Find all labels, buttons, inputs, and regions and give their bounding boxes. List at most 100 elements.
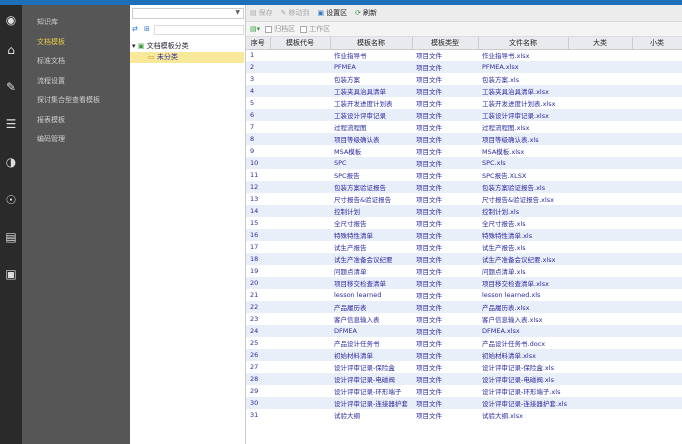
sidebar-item[interactable]: 流程设置 xyxy=(37,76,65,86)
table-row[interactable]: 31 试验大纲 项目文件 试验大纲.xlsx xyxy=(246,409,682,421)
table-cell: 24 xyxy=(246,325,270,337)
column-header[interactable]: 模板代号 xyxy=(270,37,331,50)
column-header[interactable]: 序号 xyxy=(246,37,271,50)
table-row[interactable]: 22 产品履历表 项目文件 产品履历表.xlsx xyxy=(246,301,682,313)
table-cell xyxy=(632,61,682,73)
sidebar-item[interactable]: 标准文档 xyxy=(37,56,65,66)
table-cell: 13 xyxy=(250,195,259,203)
table-row[interactable]: 1 作业指导书 项目文件 作业指导书.xlsx xyxy=(246,49,682,61)
save-button[interactable]: ▤ 保存 xyxy=(250,8,273,18)
table-row[interactable]: 6 工装设计评审记录 项目文件 工装设计评审记录.xlsx xyxy=(246,109,682,121)
table-cell xyxy=(270,385,330,397)
table-row[interactable]: 2 PFMEA 项目文件 PFMEA.xlsx xyxy=(246,61,682,73)
table-row[interactable]: 5 工装开发进度计划表 项目文件 工装开发进度计划表.xlsx xyxy=(246,97,682,109)
archive-checkbox[interactable]: 归档区 xyxy=(265,24,295,34)
column-header[interactable]: 模板类型 xyxy=(412,37,479,50)
table-row[interactable]: 16 特殊特性清单 项目文件 特殊特性清单.xls xyxy=(246,229,682,241)
table-cell: 试生产报告.xls xyxy=(482,244,526,252)
table-cell xyxy=(270,49,330,61)
column-header[interactable]: 大类 xyxy=(568,37,633,50)
table-cell: 项目文件 xyxy=(416,268,442,276)
table-row[interactable]: 27 设计评审记录-保险盒 项目文件 设计评审记录-保险盒.xls xyxy=(246,361,682,373)
table-cell xyxy=(270,121,330,133)
table-cell: 项目文件 xyxy=(412,253,478,265)
sidebar-item[interactable]: 编码管理 xyxy=(37,134,65,144)
table-row[interactable]: 12 包装方案验证报告 项目文件 包装方案验证报告.xls xyxy=(246,181,682,193)
table-cell: 工装夹具治具清单 xyxy=(330,85,412,97)
table-row[interactable]: 21 lesson learned 项目文件 lesson learned.xls xyxy=(246,289,682,301)
settings-button[interactable]: ▣ 设置区 xyxy=(318,8,348,18)
sidebar-item[interactable]: 知识库 xyxy=(37,17,58,27)
table-row[interactable]: 8 项目等级确认表 项目文件 项目等级确认表.xls xyxy=(246,133,682,145)
table-row[interactable]: 18 试生产准备会议纪要 项目文件 试生产准备会议纪要.xlsx xyxy=(246,253,682,265)
table-cell xyxy=(568,97,632,109)
globe-icon[interactable]: ◑ xyxy=(4,155,18,169)
table-cell: 项目文件 xyxy=(416,412,442,420)
table-cell xyxy=(270,265,330,277)
table-row[interactable]: 30 设计评审记录-连接器护套 项目文件 设计评审记录-连接器护套.xls xyxy=(246,397,682,409)
table-cell: 9 xyxy=(250,147,255,155)
table-row[interactable]: 23 客户信息输入表 项目文件 客户信息输入表.xlsx xyxy=(246,313,682,325)
table-cell: 产品设计任务书.docx xyxy=(482,340,546,348)
table-cell: 16 xyxy=(246,229,270,241)
table-row[interactable]: 29 设计评审记录-环形端子 项目文件 设计评审记录-环形端子.xls xyxy=(246,385,682,397)
table-row[interactable]: 24 DFMEA 项目文件 DFMEA.xlsx xyxy=(246,325,682,337)
table-cell xyxy=(568,229,632,241)
table-row[interactable]: 17 试生产报告 项目文件 试生产报告.xls xyxy=(246,241,682,253)
table-cell xyxy=(568,313,632,325)
column-header[interactable]: 文件名称 xyxy=(478,37,569,50)
column-header[interactable]: 小类 xyxy=(632,37,682,50)
table-cell xyxy=(270,361,330,373)
table-row[interactable]: 20 项目移交检查清单 项目文件 项目移交检查清单.xlsx xyxy=(246,277,682,289)
tree-root[interactable]: ▾ ▣ 文档模板分类 xyxy=(132,41,189,51)
sidebar-item[interactable]: 文档模板 xyxy=(37,37,65,47)
table-row[interactable]: 9 MSA模板 项目文件 MSA模板.xlsx xyxy=(246,145,682,157)
table-cell: 14 xyxy=(246,205,270,217)
category-select[interactable]: ▼ xyxy=(132,8,244,19)
table-cell: 作业指导书 xyxy=(334,52,367,61)
table-row[interactable]: 7 过程流程图 项目文件 过程流程图.xlsx xyxy=(246,121,682,133)
tree-node-uncategorized[interactable]: ▭ 未分类 xyxy=(130,52,244,63)
table-row[interactable]: 14 控制计划 项目文件 控制计划.xls xyxy=(246,205,682,217)
table-row[interactable]: 19 问题点清单 项目文件 问题点清单.xls xyxy=(246,265,682,277)
table-cell: 项目等级确认表.xls xyxy=(478,133,568,145)
table-row[interactable]: 10 SPC 项目文件 SPC.xls xyxy=(246,157,682,169)
table-cell xyxy=(568,289,632,301)
refresh-button[interactable]: ⟳ 刷新 xyxy=(355,8,377,18)
table-row[interactable]: 11 SPC报告 项目文件 SPC报告.XLSX xyxy=(246,169,682,181)
table-cell xyxy=(632,217,682,229)
table-cell: 项目文件 xyxy=(416,364,442,372)
broadcast-icon[interactable]: ☉ xyxy=(4,193,18,207)
table-cell: 项目文件 xyxy=(412,373,478,385)
table-cell: 项目文件 xyxy=(412,325,478,337)
home-icon[interactable]: ⌂ xyxy=(4,43,18,57)
table-cell: 设计评审记录-电磁阀 xyxy=(330,373,412,385)
table-row[interactable]: 26 初始材料清单 项目文件 初始材料清单.xlsx xyxy=(246,349,682,361)
database-icon[interactable]: ☰ xyxy=(4,117,18,131)
refresh-tree-icon[interactable]: ⇄ xyxy=(132,25,138,33)
id-card-icon[interactable]: ▣ xyxy=(4,267,18,281)
table-cell xyxy=(568,169,632,181)
table-row[interactable]: 3 包装方案 项目文件 包装方案.xls xyxy=(246,73,682,85)
sidebar-item[interactable]: 探讨集合型查看模板 xyxy=(37,95,100,105)
table-cell: 项目文件 xyxy=(412,157,478,169)
column-header[interactable]: 模板名称 xyxy=(330,37,413,50)
table-cell: 项目文件 xyxy=(416,340,442,348)
view-menu-icon[interactable]: ▤▾ xyxy=(250,25,260,33)
sidebar-item[interactable]: 报表模板 xyxy=(37,115,65,125)
table-cell: 设计评审记录-环形端子 xyxy=(334,388,402,396)
book-icon[interactable]: ▤ xyxy=(4,230,18,244)
table-row[interactable]: 25 产品设计任务书 项目文件 产品设计任务书.docx xyxy=(246,337,682,349)
table-row[interactable]: 15 全尺寸报告 项目文件 全尺寸报告.xls xyxy=(246,217,682,229)
table-row[interactable]: 13 尺寸报告&验证报告 项目文件 尺寸报告&验证报告.xlsx xyxy=(246,193,682,205)
edit-icon[interactable]: ✎ xyxy=(4,80,18,94)
move-button[interactable]: ✎ 移动到 xyxy=(281,8,310,18)
table-cell: 11 xyxy=(250,171,259,179)
expand-tree-icon[interactable]: ⊞ xyxy=(144,25,150,33)
table-cell xyxy=(632,337,682,349)
table-row[interactable]: 28 设计评审记录-电磁阀 项目文件 设计评审记录-电磁阀.xls xyxy=(246,373,682,385)
table-row[interactable]: 4 工装夹具治具清单 项目文件 工装夹具治具清单.xlsx xyxy=(246,85,682,97)
tree-search-input[interactable] xyxy=(154,25,244,35)
search-globe-icon[interactable]: ◉ xyxy=(4,13,18,27)
work-checkbox[interactable]: 工作区 xyxy=(300,24,330,34)
